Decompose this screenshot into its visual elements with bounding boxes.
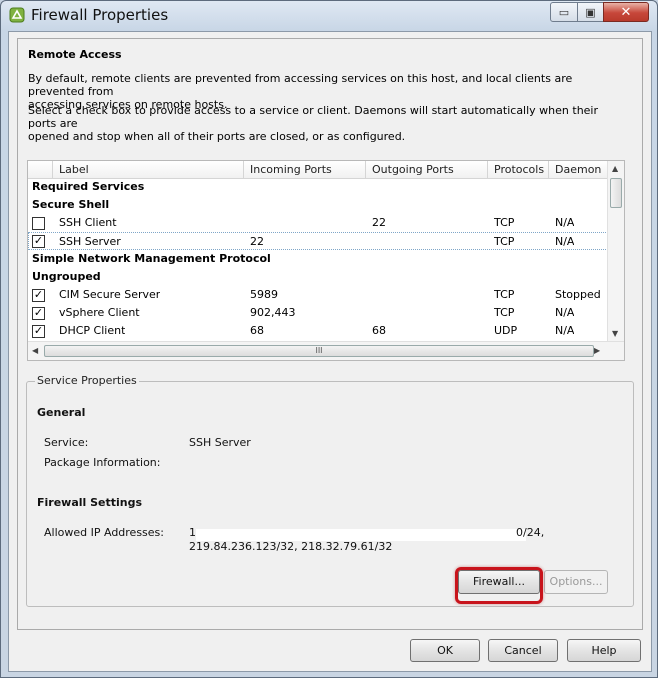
allowed-ip-line2: 219.84.236.123/32, 218.32.79.61/32 xyxy=(189,540,393,553)
dialog-client-area: Remote Access By default, remote clients… xyxy=(8,31,652,672)
header-label[interactable]: Label xyxy=(53,161,244,178)
row-daemon: N/A xyxy=(555,216,575,229)
group-row-ungrouped[interactable]: Ungrouped xyxy=(28,268,608,286)
services-table[interactable]: Label Incoming Ports Outgoing Ports Prot… xyxy=(27,160,625,361)
minimize-icon: ▭ xyxy=(558,5,570,19)
row-incoming-ports: 68 xyxy=(250,324,264,337)
close-icon: ✕ xyxy=(620,4,632,20)
remote-access-title: Remote Access xyxy=(28,48,122,61)
row-daemon: N/A xyxy=(555,235,575,248)
package-information-label: Package Information: xyxy=(44,456,161,469)
vertical-scrollbar[interactable]: ▲ ▼ xyxy=(607,161,624,342)
row-daemon: N/A xyxy=(555,306,575,319)
scroll-left-icon[interactable]: ◀ xyxy=(32,346,38,355)
desc2-line1: Select a check box to provide access to … xyxy=(28,104,599,130)
row-label: CIM Secure Server xyxy=(59,288,161,301)
scroll-down-icon[interactable]: ▼ xyxy=(612,329,618,338)
group-row-snmp[interactable]: Simple Network Management Protocol xyxy=(28,250,608,268)
row-label: SSH Client xyxy=(59,216,117,229)
horizontal-scroll-thumb[interactable]: III xyxy=(44,345,594,357)
header-protocols[interactable]: Protocols xyxy=(488,161,549,178)
app-icon xyxy=(9,7,25,23)
firewall-settings-title: Firewall Settings xyxy=(37,496,143,509)
row-protocols: TCP xyxy=(494,306,515,319)
dhcp-client-checkbox[interactable]: ✓ xyxy=(32,325,45,338)
row-protocols: TCP xyxy=(494,235,515,248)
general-title: General xyxy=(37,406,86,419)
maximize-button[interactable]: ▣ xyxy=(577,2,604,22)
group-label: Required Services xyxy=(32,180,145,193)
desc1-line1: By default, remote clients are prevented… xyxy=(28,72,573,98)
remote-access-description-2: Select a check box to provide access to … xyxy=(28,104,603,143)
allowed-ip-line1-start: 1 xyxy=(189,526,196,539)
minimize-button[interactable]: ▭ xyxy=(550,2,578,22)
main-panel: Remote Access By default, remote clients… xyxy=(17,38,643,630)
ssh-client-checkbox[interactable] xyxy=(32,217,45,230)
vsphere-client-checkbox[interactable]: ✓ xyxy=(32,307,45,320)
table-row-cim-secure-server[interactable]: ✓ CIM Secure Server 5989 TCP Stopped xyxy=(28,286,608,304)
scroll-up-icon[interactable]: ▲ xyxy=(612,164,618,173)
cim-secure-server-checkbox[interactable]: ✓ xyxy=(32,289,45,302)
close-button[interactable]: ✕ xyxy=(603,2,649,22)
group-label: Ungrouped xyxy=(32,270,101,283)
help-button[interactable]: Help xyxy=(567,639,641,662)
row-daemon: Stopped xyxy=(555,288,601,301)
header-outgoing-ports[interactable]: Outgoing Ports xyxy=(366,161,488,178)
table-row-ssh-server[interactable]: ✓ SSH Server 22 TCP N/A xyxy=(28,232,608,250)
service-label: Service: xyxy=(44,436,89,449)
group-row-secure-shell[interactable]: Secure Shell xyxy=(28,196,608,214)
cancel-button[interactable]: Cancel xyxy=(488,639,558,662)
table-row-vsphere-client[interactable]: ✓ vSphere Client 902,443 TCP N/A xyxy=(28,304,608,322)
ok-button[interactable]: OK xyxy=(410,639,480,662)
firewall-properties-window: Firewall Properties ▭ ▣ ✕ Remote Access … xyxy=(0,0,658,678)
header-daemon[interactable]: Daemon xyxy=(549,161,608,178)
title-bar[interactable]: Firewall Properties ▭ ▣ ✕ xyxy=(1,1,657,31)
ssh-server-checkbox[interactable]: ✓ xyxy=(32,235,45,248)
row-outgoing-ports: 68 xyxy=(372,324,386,337)
firewall-button-highlight xyxy=(455,567,543,604)
service-value: SSH Server xyxy=(189,436,251,449)
window-title: Firewall Properties xyxy=(31,6,169,24)
row-label: DHCP Client xyxy=(59,324,126,337)
header-incoming-ports[interactable]: Incoming Ports xyxy=(244,161,366,178)
row-protocols: UDP xyxy=(494,324,518,337)
row-protocols: TCP xyxy=(494,288,515,301)
table-row-dhcp-client[interactable]: ✓ DHCP Client 68 68 UDP N/A xyxy=(28,322,608,340)
row-daemon: N/A xyxy=(555,324,575,337)
vertical-scroll-thumb[interactable] xyxy=(610,178,622,208)
service-properties-legend: Service Properties xyxy=(35,374,139,387)
row-incoming-ports: 22 xyxy=(250,235,264,248)
maximize-icon: ▣ xyxy=(585,5,596,19)
row-label: vSphere Client xyxy=(59,306,140,319)
row-label: SSH Server xyxy=(59,235,121,248)
table-header: Label Incoming Ports Outgoing Ports Prot… xyxy=(28,161,608,179)
group-label: Simple Network Management Protocol xyxy=(32,252,271,265)
row-incoming-ports: 5989 xyxy=(250,288,278,301)
allowed-ip-label: Allowed IP Addresses: xyxy=(44,526,164,539)
group-label: Secure Shell xyxy=(32,198,110,211)
group-row-required-services[interactable]: Required Services xyxy=(28,178,608,196)
options-button[interactable]: Options... xyxy=(544,570,608,594)
horizontal-scrollbar[interactable]: ◀ III ▶ xyxy=(28,341,624,360)
table-row-ssh-client[interactable]: SSH Client 22 TCP N/A xyxy=(28,214,608,232)
scroll-right-icon[interactable]: ▶ xyxy=(594,346,600,355)
row-incoming-ports: 902,443 xyxy=(250,306,296,319)
allowed-ip-line1-end: 0/24, xyxy=(516,526,545,539)
row-protocols: TCP xyxy=(494,216,515,229)
row-outgoing-ports: 22 xyxy=(372,216,386,229)
header-checkbox-column[interactable] xyxy=(28,161,53,178)
desc2-line2: opened and stop when all of their ports … xyxy=(28,130,406,143)
